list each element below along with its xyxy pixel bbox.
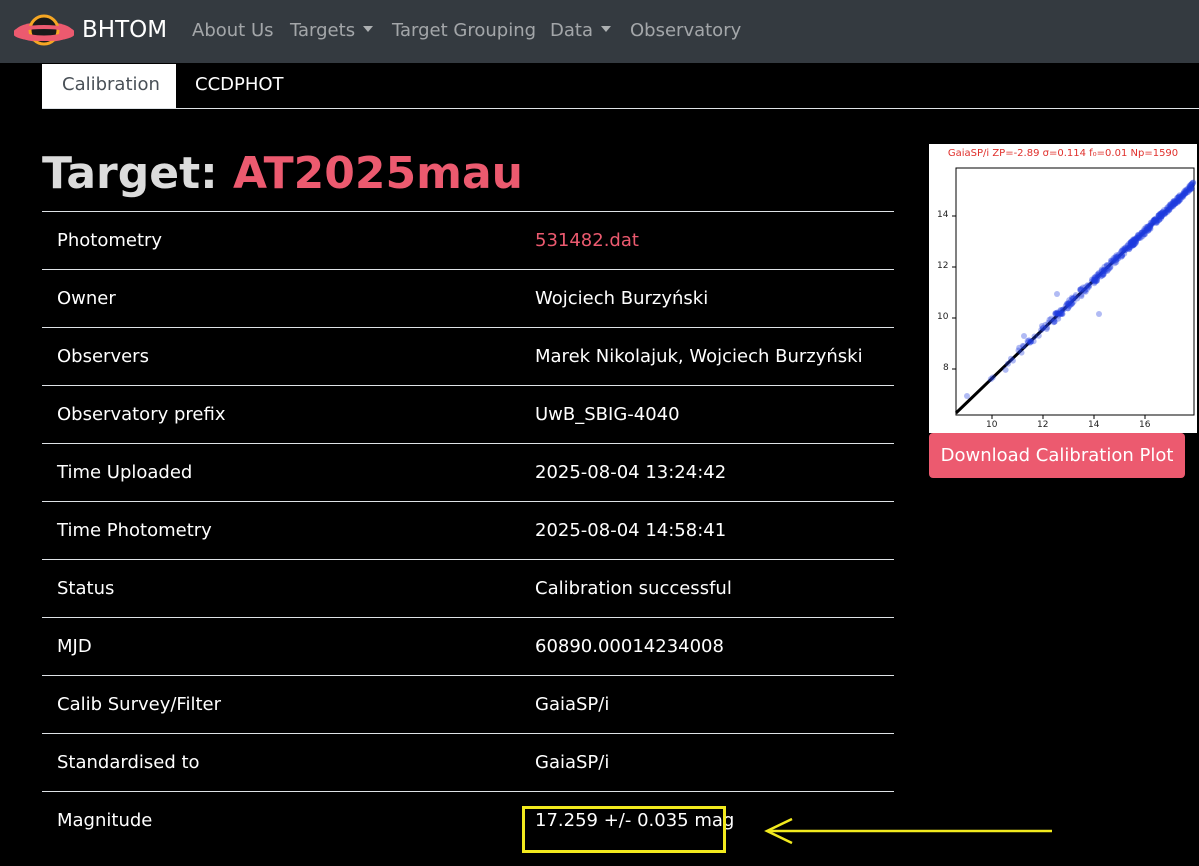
row-key: Photometry (42, 211, 520, 270)
row-key: Magnitude (42, 791, 520, 850)
calibration-star-point (1097, 273, 1104, 280)
calibration-star-point (1130, 242, 1137, 248)
calibration-star-point (1016, 344, 1023, 351)
calibration-star-point (1155, 212, 1162, 219)
calibration-star-point (1101, 263, 1108, 270)
row-value: GaiaSP/i (520, 675, 894, 734)
page-title: Target: AT2025mau (42, 148, 523, 199)
row-value: GaiaSP/i (520, 733, 894, 792)
nav-target-grouping[interactable]: Target Grouping (392, 20, 536, 41)
row-value: UwB_SBIG-4040 (520, 385, 894, 444)
table-row: Calib Survey/Filter GaiaSP/i (42, 675, 894, 734)
row-key: MJD (42, 617, 520, 676)
planet-logo-icon (14, 14, 74, 46)
calibration-star-point (1082, 288, 1089, 295)
calibration-plot: GaiaSP/i ZP=-2.89 σ=0.114 f₀=0.01 Np=159… (929, 144, 1197, 433)
x-tick-label: 12 (1037, 420, 1049, 430)
calibration-star-point (964, 393, 970, 399)
x-tick-label: 10 (986, 420, 998, 430)
brand-logo[interactable] (14, 14, 74, 50)
row-key: Owner (42, 269, 520, 328)
nav-targets[interactable]: Targets (290, 20, 374, 41)
target-name: AT2025mau (233, 148, 524, 199)
calibration-star-point (1084, 282, 1091, 289)
x-tick-label: 14 (1088, 420, 1100, 430)
row-value: 60890.00014234008 (520, 617, 894, 676)
row-key: Observers (42, 327, 520, 386)
row-value: Calibration successful (520, 559, 894, 618)
calibration-star-point (987, 376, 994, 383)
calibration-star-point (1189, 179, 1196, 186)
y-tick-label: 14 (937, 210, 949, 220)
download-calibration-plot-button[interactable]: Download Calibration Plot (929, 433, 1185, 478)
table-row: Owner Wojciech Burzyński (42, 269, 894, 328)
calibration-scatter-chart (952, 167, 1197, 419)
calibration-star-point (1046, 316, 1053, 323)
nav-about-us[interactable]: About Us (192, 20, 274, 41)
brand-name[interactable]: BHTOM (82, 17, 167, 43)
table-row: Status Calibration successful (42, 559, 894, 618)
tab-calibration[interactable]: Calibration (42, 64, 176, 108)
calibration-star-point (1054, 291, 1060, 297)
row-value: Wojciech Burzyński (520, 269, 894, 328)
table-row: Standardised to GaiaSP/i (42, 733, 894, 792)
calibration-star-point (1035, 332, 1042, 339)
calibration-star-point (1119, 252, 1125, 259)
nav-targets-label: Targets (290, 20, 356, 41)
arrow-left-icon (764, 817, 1052, 845)
tab-bar: Calibration CCDPHOT (42, 64, 1199, 109)
calibration-star-point (1092, 278, 1099, 285)
calibration-star-point (1096, 311, 1102, 317)
table-row: Time Photometry 2025-08-04 14:58:41 (42, 501, 894, 560)
nav-data-label: Data (550, 20, 593, 41)
y-tick-label: 8 (943, 363, 949, 373)
table-row: Observatory prefix UwB_SBIG-4040 (42, 385, 894, 444)
calibration-star-point (1070, 298, 1077, 305)
calibration-star-point (1059, 311, 1066, 317)
tab-ccdphot[interactable]: CCDPHOT (175, 64, 304, 108)
row-value: Marek Nikolajuk, Wojciech Burzyński (520, 327, 894, 386)
calibration-star-point (1021, 333, 1027, 339)
table-row: Time Uploaded 2025-08-04 13:24:42 (42, 443, 894, 502)
row-key: Observatory prefix (42, 385, 520, 444)
row-key: Standardised to (42, 733, 520, 792)
calibration-star-point (1113, 252, 1120, 259)
row-key: Status (42, 559, 520, 618)
nav-observatory[interactable]: Observatory (630, 20, 741, 41)
row-value: 2025-08-04 13:24:42 (520, 443, 894, 502)
x-tick-label: 16 (1139, 420, 1151, 430)
navbar: BHTOM About Us Targets Target Grouping D… (0, 0, 1199, 63)
table-row: MJD 60890.00014234008 (42, 617, 894, 676)
photometry-file-link[interactable]: 531482.dat (535, 230, 639, 251)
y-tick-label: 10 (937, 312, 949, 322)
page-title-label: Target: (42, 148, 218, 199)
table-row: Photometry 531482.dat (42, 211, 894, 270)
row-key: Time Uploaded (42, 443, 520, 502)
calibration-star-point (1026, 339, 1033, 346)
nav-data[interactable]: Data (550, 20, 611, 41)
table-row: Observers Marek Nikolajuk, Wojciech Burzy… (42, 327, 894, 386)
y-tick-label: 12 (937, 261, 949, 271)
row-key: Time Photometry (42, 501, 520, 560)
calibration-star-point (1005, 360, 1011, 367)
calibration-info-table: Photometry 531482.dat Owner Wojciech Burzy… (42, 211, 894, 850)
calibration-star-point (1154, 219, 1161, 226)
row-key: Calib Survey/Filter (42, 675, 520, 734)
calibration-star-point (1145, 227, 1152, 234)
calibration-star-point (1168, 203, 1175, 210)
calibration-star-point (1138, 229, 1145, 236)
magnitude-highlight-box (522, 806, 726, 853)
chevron-down-icon (363, 26, 374, 32)
calibration-star-point (1002, 366, 1009, 373)
row-value: 2025-08-04 14:58:41 (520, 501, 894, 560)
row-value: 531482.dat (520, 211, 894, 270)
calibration-star-point (1186, 187, 1193, 194)
chevron-down-icon (600, 26, 611, 32)
calibration-star-point (1039, 323, 1045, 329)
